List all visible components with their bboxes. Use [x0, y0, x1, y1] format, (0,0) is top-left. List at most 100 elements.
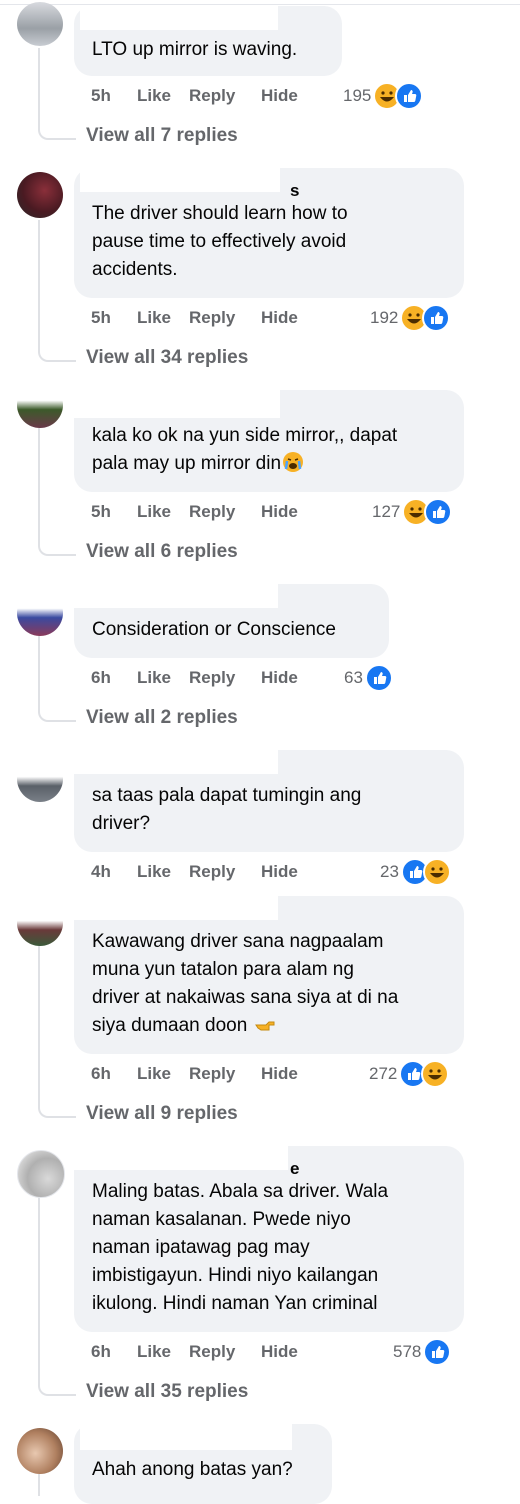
- hide-button[interactable]: Hide: [261, 862, 311, 882]
- hide-button[interactable]: Hide: [261, 86, 311, 106]
- reply-button[interactable]: Reply: [189, 1342, 243, 1362]
- thread-line: [38, 220, 40, 350]
- redaction: [66, 750, 278, 774]
- reaction-count: 272: [369, 1064, 398, 1083]
- comment-text: Kawawang driver sana nagpaalam muna yun …: [92, 931, 399, 1036]
- hide-button[interactable]: Hide: [261, 308, 311, 328]
- thread-line: [38, 625, 40, 710]
- hide-button[interactable]: Hide: [261, 1064, 311, 1084]
- like-button[interactable]: Like: [137, 86, 181, 106]
- thread-line: [38, 1474, 40, 1496]
- redaction: [66, 584, 278, 608]
- hide-button[interactable]: Hide: [261, 1342, 311, 1362]
- like-icon: [422, 304, 451, 332]
- comment-time[interactable]: 4h: [91, 862, 131, 882]
- avatar[interactable]: [17, 2, 63, 46]
- reaction-summary[interactable]: 272: [369, 1060, 450, 1088]
- comment-time[interactable]: 5h: [91, 308, 131, 328]
- thread-curve: [38, 1384, 76, 1396]
- comment-text: sa taas pala dapat tumingin ang driver?: [92, 785, 362, 834]
- like-icon: [424, 498, 453, 526]
- redaction: [80, 168, 280, 192]
- haha-icon: [421, 1060, 450, 1088]
- reaction-summary[interactable]: 23: [380, 858, 451, 886]
- redaction: [66, 1146, 288, 1170]
- thread-curve: [38, 1106, 76, 1118]
- comment-text: Consideration or Conscience: [92, 619, 336, 640]
- view-replies-link[interactable]: View all 35 replies: [86, 1381, 248, 1403]
- redaction: [80, 6, 278, 30]
- thread-line: [38, 1195, 40, 1384]
- comment-actions: 4h Like Reply Hide: [91, 860, 311, 884]
- reaction-summary[interactable]: 127: [372, 498, 453, 526]
- thread-line: [38, 945, 40, 1106]
- redaction: [70, 384, 280, 418]
- like-icon: [364, 664, 393, 692]
- avatar[interactable]: [17, 1428, 63, 1474]
- thread-curve: [38, 544, 76, 556]
- reaction-count: 192: [370, 308, 399, 327]
- reaction-summary[interactable]: 63: [344, 664, 393, 692]
- like-button[interactable]: Like: [137, 1064, 181, 1084]
- like-icon: [423, 1338, 452, 1366]
- like-button[interactable]: Like: [137, 308, 181, 328]
- view-replies-link[interactable]: View all 9 replies: [86, 1103, 238, 1125]
- reaction-summary[interactable]: 195: [343, 82, 424, 110]
- reply-button[interactable]: Reply: [189, 308, 243, 328]
- reaction-summary[interactable]: 578: [393, 1338, 452, 1366]
- thread-curve: [38, 350, 76, 362]
- comment-time[interactable]: 5h: [91, 502, 131, 522]
- reply-button[interactable]: Reply: [189, 1064, 243, 1084]
- comment-actions: 5h Like Reply Hide: [91, 500, 311, 524]
- reply-button[interactable]: Reply: [189, 86, 243, 106]
- avatar[interactable]: [17, 1150, 65, 1198]
- hide-button[interactable]: Hide: [261, 502, 311, 522]
- comment-text: LTO up mirror is waving.: [92, 39, 298, 60]
- redaction: [66, 896, 278, 920]
- avatar[interactable]: [17, 172, 63, 218]
- commenter-name[interactable]: s: [290, 181, 299, 201]
- like-button[interactable]: Like: [137, 862, 181, 882]
- comment-time[interactable]: 6h: [91, 668, 131, 688]
- reply-button[interactable]: Reply: [189, 862, 243, 882]
- reaction-count: 195: [343, 86, 372, 105]
- avatar[interactable]: [17, 382, 63, 428]
- like-button[interactable]: Like: [137, 1342, 181, 1362]
- reaction-count: 63: [344, 668, 363, 687]
- comment-text: Maling batas. Abala sa driver. Wala nama…: [92, 1181, 389, 1314]
- like-icon: [395, 82, 424, 110]
- view-replies-link[interactable]: View all 6 replies: [86, 541, 238, 563]
- comment-actions: 6h Like Reply Hide: [91, 666, 311, 690]
- reply-button[interactable]: Reply: [189, 668, 243, 688]
- comment-text: The driver should learn how to pause tim…: [92, 203, 348, 280]
- thread-curve: [38, 128, 76, 140]
- comment-bubble: Maling batas. Abala sa driver. Wala nama…: [74, 1146, 464, 1332]
- like-button[interactable]: Like: [137, 668, 181, 688]
- hide-button[interactable]: Hide: [261, 668, 311, 688]
- thread-line: [38, 48, 40, 128]
- view-replies-link[interactable]: View all 7 replies: [86, 125, 238, 147]
- comment-actions: 5h Like Reply Hide: [91, 306, 311, 330]
- comment-text: kala ko ok na yun side mirror,, dapat pa…: [92, 425, 398, 474]
- thread-line: [38, 428, 40, 544]
- pointing-hand-icon: [254, 1013, 276, 1035]
- view-replies-link[interactable]: View all 2 replies: [86, 707, 238, 729]
- reaction-count: 23: [380, 862, 399, 881]
- comment-time[interactable]: 6h: [91, 1064, 131, 1084]
- reaction-count: 127: [372, 502, 401, 521]
- like-button[interactable]: Like: [137, 502, 181, 522]
- comment-actions: 6h Like Reply Hide: [91, 1062, 311, 1086]
- top-divider: [0, 4, 520, 5]
- reply-button[interactable]: Reply: [189, 502, 243, 522]
- commenter-name[interactable]: e: [290, 1159, 299, 1179]
- comment-time[interactable]: 5h: [91, 86, 131, 106]
- comment-text: Ahah anong batas yan?: [92, 1459, 293, 1480]
- avatar[interactable]: [17, 900, 63, 946]
- avatar[interactable]: [17, 756, 63, 802]
- reaction-summary[interactable]: 192: [370, 304, 451, 332]
- reaction-count: 578: [393, 1342, 422, 1361]
- avatar[interactable]: [17, 590, 63, 636]
- view-replies-link[interactable]: View all 34 replies: [86, 347, 248, 369]
- comment-time[interactable]: 6h: [91, 1342, 131, 1362]
- comment-actions: 6h Like Reply Hide: [91, 1340, 311, 1364]
